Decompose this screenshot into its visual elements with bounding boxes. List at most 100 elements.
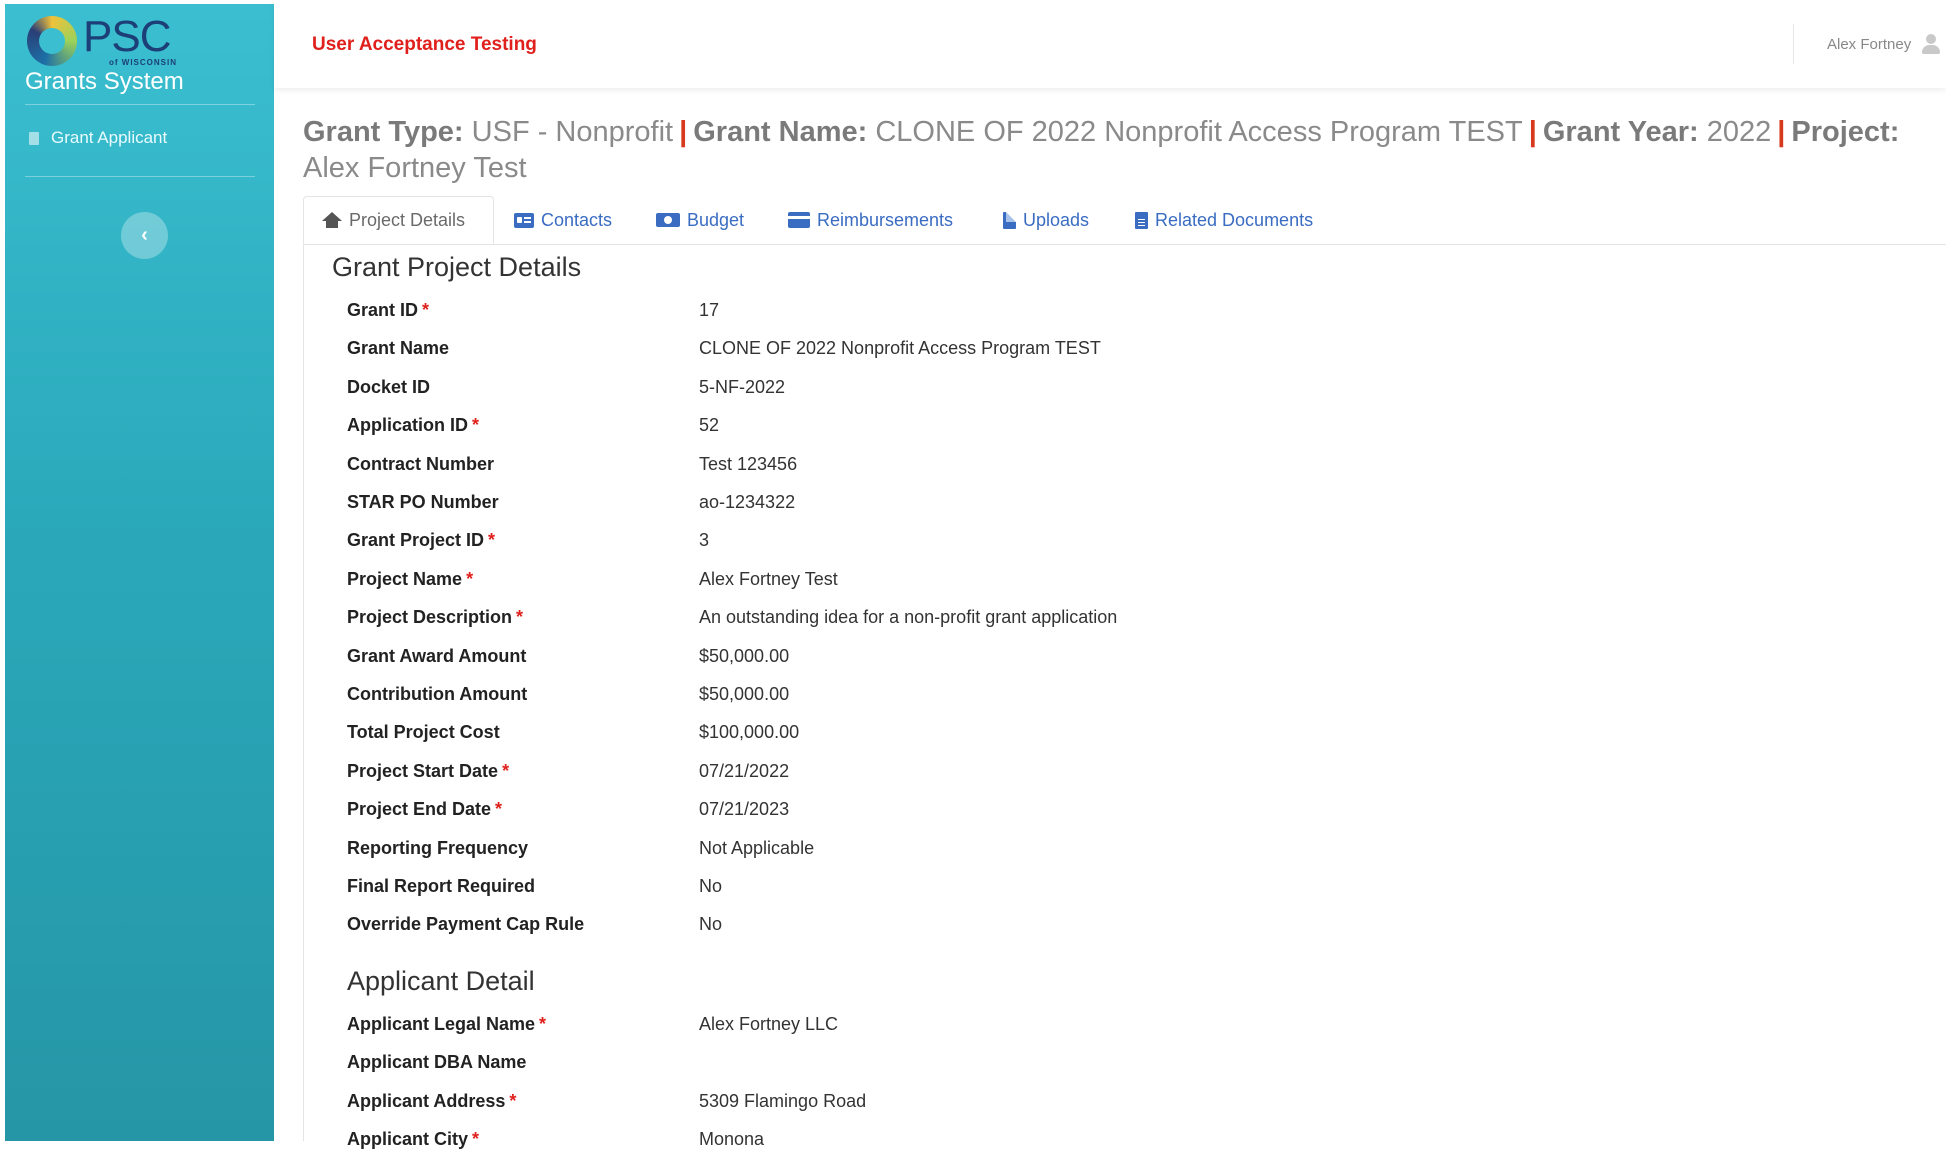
user-icon [1921,34,1941,54]
tab-bar: Project Details Contacts Budget Reimburs… [303,196,1946,245]
field-label-text: Project Name [347,568,463,589]
field-value: $50,000.00 [699,684,790,704]
grant-type-label: Grant Type: [303,116,464,148]
required-marker: * [495,799,503,820]
field-label-text: Contract Number [347,453,495,474]
field-label-text: Contribution Amount [347,684,528,704]
grant-headline: Grant Type: USF - Nonprofit | Grant Name: … [303,114,1943,186]
field-value: $50,000.00 [699,645,790,666]
field-label: Applicant Address * [347,1091,516,1112]
tab-label: Project Details [349,209,466,230]
field-value: CLONE OF 2022 Nonprofit Access Program T… [699,338,1101,359]
field-value: 52 [699,415,720,436]
required-marker: * [502,760,510,781]
project-label: Project: [1791,116,1900,148]
field-value: Alex Fortney Test [699,568,838,589]
home-icon [322,212,342,228]
logo-text: PSC [83,12,171,61]
sidebar-item-label: Grant Applicant [51,128,168,147]
sidebar: PSC of WISCONSIN Grants System Grant App… [5,4,274,1141]
required-marker: * [488,530,496,551]
field-label-text: Applicant Legal Name [347,1014,536,1034]
tab-label: Contacts [541,209,613,230]
tab-budget[interactable]: Budget [656,196,744,244]
field-value: 5-NF-2022 [699,376,786,397]
field-label-text: Grant Name [347,338,450,359]
field-value: 3 [699,530,710,551]
field-label-text: Project Description [347,607,513,628]
field-label: Grant Project ID * [347,530,495,551]
required-marker: * [472,1129,480,1150]
field-label: Contract Number [347,454,494,475]
field-value: Alex Fortney LLC [699,1014,839,1034]
sidebar-item-grant-applicant[interactable]: Grant Applicant [29,128,167,148]
environment-label: User Acceptance Testing [312,34,537,55]
user-menu[interactable]: Alex Fortney [1827,34,1941,54]
topbar-divider [1793,24,1794,64]
tab-label: Uploads [1023,209,1090,230]
tab-label: Reimbursements [817,209,954,230]
field-label: Grant ID * [347,300,429,321]
field-label-text: Grant ID [347,300,419,320]
address-card-icon [514,212,534,228]
psc-logo: PSC of WISCONSIN [23,12,223,72]
file-text-icon [1135,211,1148,229]
file-icon [1003,211,1016,229]
field-value: 17 [699,300,720,320]
required-marker: * [516,607,524,628]
money-icon [656,213,680,227]
field-value: 07/21/2023 [699,799,790,820]
field-label-text: Total Project Cost [347,722,500,743]
field-label-text: STAR PO Number [347,492,499,512]
field-label: Project End Date * [347,799,502,820]
required-marker: * [509,1090,517,1111]
tab-reimbursements[interactable]: Reimbursements [788,196,953,244]
field-label-text: Final Report Required [347,876,536,896]
field-label-text: Override Payment Cap Rule [347,914,585,935]
field-label: Grant Award Amount [347,646,526,667]
field-label-text: Applicant City [347,1129,469,1150]
field-label-text: Grant Award Amount [347,645,527,666]
tab-related-documents[interactable]: Related Documents [1135,196,1313,244]
separator: | [679,116,688,148]
grant-year-value: 2022 [1706,116,1772,148]
section-title-applicant-detail: Applicant Detail [347,966,535,996]
field-label: Project Name * [347,569,473,590]
field-label: Applicant City * [347,1129,479,1150]
sidebar-divider [25,104,255,105]
project-details-panel: Grant Project Details Grant ID * 17 Grant N… [303,244,1946,1149]
field-label: Override Payment Cap Rule [347,914,584,935]
field-label: Contribution Amount [347,684,527,705]
tab-contacts[interactable]: Contacts [514,196,612,244]
field-value: 07/21/2022 [699,760,790,781]
required-marker: * [539,1014,547,1034]
field-label: Project Start Date * [347,761,509,782]
psc-swirl-icon [27,16,77,66]
chevron-left-icon: ‹ [141,224,148,246]
field-label: Project Description * [347,607,523,628]
grant-name-value: CLONE OF 2022 Nonprofit Access Program T… [875,116,1523,148]
project-value: Alex Fortney Test [303,152,527,184]
field-label: Reporting Frequency [347,838,528,859]
credit-card-icon [788,212,810,228]
field-label-text: Project Start Date [347,760,499,781]
grant-type-value: USF - Nonprofit [471,116,674,148]
field-value: Test 123456 [699,453,798,474]
user-name: Alex Fortney [1827,35,1912,53]
field-value: ao-1234322 [699,492,796,512]
field-value: Monona [699,1129,765,1150]
field-label-text: Application ID [347,415,468,436]
field-label-text: Grant Project ID [347,530,485,551]
tab-uploads[interactable]: Uploads [1003,196,1089,244]
grant-year-label: Grant Year: [1542,116,1699,148]
required-marker: * [466,568,474,589]
field-value: 5309 Flamingo Road [699,1090,867,1111]
sidebar-collapse-button[interactable]: ‹ [121,212,168,259]
field-value: No [699,914,723,935]
field-label: Final Report Required [347,876,535,897]
field-value: Not Applicable [699,837,815,858]
section-title-grant-project-details: Grant Project Details [332,252,582,282]
document-icon [29,131,39,145]
tab-project-details[interactable]: Project Details [303,196,494,244]
field-label-text: Applicant DBA Name [347,1052,527,1073]
